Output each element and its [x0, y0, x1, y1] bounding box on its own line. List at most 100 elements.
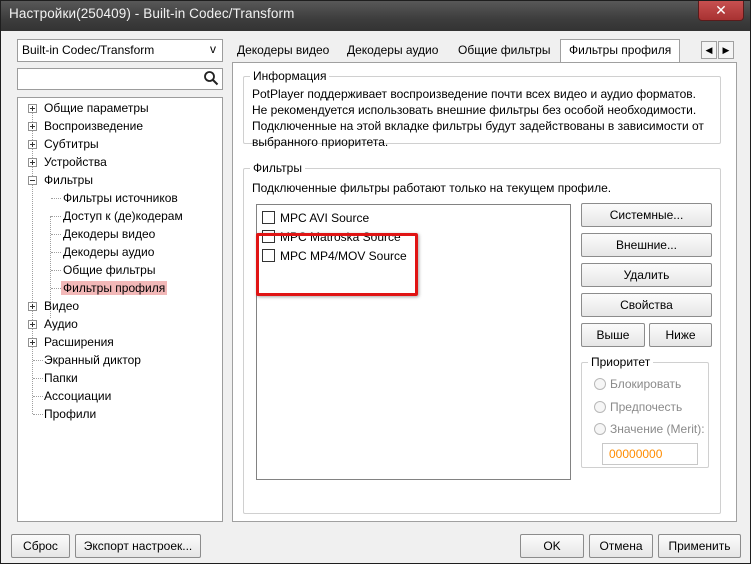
tree-guide [51, 234, 61, 235]
radio-label: Предпочесть [610, 400, 683, 414]
tree-item-audio[interactable]: Аудио [28, 315, 78, 333]
system-filters-button[interactable]: Системные... [581, 203, 712, 227]
tree-item-decoder-access[interactable]: Доступ к (де)кодерам [63, 207, 183, 225]
collapse-icon[interactable] [28, 176, 37, 185]
chevron-down-icon: v [210, 42, 216, 56]
info-line: Подключенные на этой вкладке фильтры буд… [252, 119, 704, 133]
priority-prefer-option[interactable]: Предпочесть [594, 398, 682, 416]
radio-button[interactable] [594, 401, 606, 413]
settings-window: Настройки(250409) - Built-in Codec/Trans… [0, 0, 751, 564]
tree-guide [51, 252, 61, 253]
tree-item-profile-filters[interactable]: Фильтры профиля [61, 279, 168, 297]
tree-guide [51, 270, 61, 271]
tab-bar: Декодеры видео Декодеры аудио Общие филь… [229, 39, 749, 63]
expand-icon[interactable] [28, 158, 37, 167]
tree-item-label: Расширения [44, 335, 114, 349]
tree-item-label: Устройства [44, 155, 107, 169]
info-text: PotPlayer поддерживает воспроизведение п… [252, 86, 722, 150]
highlight-annotation [256, 233, 418, 296]
title-bar[interactable]: Настройки(250409) - Built-in Codec/Trans… [1, 1, 750, 31]
tree-item-label: Фильтры [44, 173, 93, 187]
search-input[interactable] [20, 71, 200, 87]
tree-item-common-filters[interactable]: Общие фильтры [63, 261, 155, 279]
tree-item-label: Папки [44, 371, 78, 385]
tree-item-label: Субтитры [44, 137, 99, 151]
expand-icon[interactable] [28, 104, 37, 113]
tab-scroll-right-icon[interactable]: ▶ [718, 41, 734, 59]
tree-item-label: Декодеры видео [63, 227, 156, 241]
filter-item-label: MPC AVI Source [280, 211, 370, 225]
properties-button[interactable]: Свойства [581, 293, 712, 317]
tree-item-devices[interactable]: Устройства [28, 153, 107, 171]
filters-group: Фильтры Подключенные фильтры работают то… [243, 161, 721, 514]
codec-select[interactable]: Built-in Codec/Transform v [17, 39, 223, 62]
tab-scroll-left-icon[interactable]: ◀ [701, 41, 717, 59]
move-down-button[interactable]: Ниже [649, 323, 712, 347]
tree-item-filters[interactable]: Фильтры [28, 171, 93, 189]
tree-item-video[interactable]: Видео [28, 297, 80, 315]
reset-button[interactable]: Сброс [11, 534, 70, 558]
expand-icon[interactable] [28, 320, 37, 329]
priority-block-option[interactable]: Блокировать [594, 375, 681, 393]
filter-checkbox[interactable] [262, 211, 275, 224]
tree-item-source-filters[interactable]: Фильтры источников [63, 189, 178, 207]
close-icon: ✕ [715, 2, 727, 18]
expand-icon[interactable] [28, 302, 37, 311]
tree-item-video-decoders[interactable]: Декодеры видео [63, 225, 155, 243]
priority-merit-option[interactable]: Значение (Merit): [594, 420, 705, 438]
tree-item-subtitles[interactable]: Субтитры [28, 135, 99, 153]
merit-value-field[interactable]: 00000000 [602, 443, 698, 465]
tab-profile-filters[interactable]: Фильтры профиля [560, 39, 681, 63]
close-button[interactable]: ✕ [698, 1, 744, 21]
delete-button[interactable]: Удалить [581, 263, 712, 287]
settings-tree: Общие параметры Воспроизведение Субтитры… [17, 97, 223, 522]
cancel-button[interactable]: Отмена [589, 534, 653, 558]
tree-item-label: Общие фильтры [63, 263, 156, 277]
radio-button[interactable] [594, 378, 606, 390]
tree-item-playback[interactable]: Воспроизведение [28, 117, 144, 135]
tree-item-label: Аудио [44, 317, 78, 331]
filter-item[interactable]: MPC AVI Source [262, 209, 369, 227]
tab-audio-decoders[interactable]: Декодеры аудио [339, 40, 446, 62]
filters-note: Подключенные фильтры работают только на … [252, 181, 612, 195]
tree-guide [33, 414, 43, 415]
tree-item-associations[interactable]: Ассоциации [44, 387, 111, 405]
dialog-footer: Сброс Экспорт настроек... OK Отмена Прим… [2, 531, 749, 563]
tab-common-filters[interactable]: Общие фильтры [450, 40, 558, 62]
tree-item-label: Доступ к (де)кодерам [63, 209, 183, 223]
tree-item-label: Воспроизведение [44, 119, 144, 133]
tree-item-label: Фильтры источников [63, 191, 178, 205]
radio-button[interactable] [594, 423, 606, 435]
radio-label: Блокировать [610, 377, 682, 391]
tree-guide [32, 108, 33, 414]
external-filters-button[interactable]: Внешние... [581, 233, 712, 257]
tree-item-extensions[interactable]: Расширения [28, 333, 114, 351]
tree-item-label: Фильтры профиля [61, 281, 168, 295]
info-group-title: Информация [250, 69, 330, 83]
ok-button[interactable]: OK [520, 534, 584, 558]
tree-item-folders[interactable]: Папки [44, 369, 78, 387]
export-settings-button[interactable]: Экспорт настроек... [75, 534, 201, 558]
tree-item-profiles[interactable]: Профили [44, 405, 96, 423]
move-up-button[interactable]: Выше [581, 323, 645, 347]
tree-guide [33, 396, 43, 397]
expand-icon[interactable] [28, 122, 37, 131]
priority-group-title: Приоритет [588, 355, 654, 369]
filters-group-title: Фильтры [250, 161, 305, 175]
search-box [17, 68, 223, 90]
tree-item-label: Общие параметры [44, 101, 149, 115]
window-title: Настройки(250409) - Built-in Codec/Trans… [9, 6, 295, 21]
client-area: Built-in Codec/Transform v Общие парамет… [2, 31, 749, 563]
tree-guide [51, 198, 61, 199]
expand-icon[interactable] [28, 140, 37, 149]
tree-guide [51, 288, 61, 289]
expand-icon[interactable] [28, 338, 37, 347]
tree-item-label: Видео [44, 299, 80, 313]
tree-item-narrator[interactable]: Экранный диктор [44, 351, 141, 369]
tab-video-decoders[interactable]: Декодеры видео [229, 40, 337, 62]
tree-item-general[interactable]: Общие параметры [28, 99, 149, 117]
codec-select-value: Built-in Codec/Transform [22, 43, 155, 57]
search-icon[interactable] [203, 70, 219, 86]
apply-button[interactable]: Применить [658, 534, 741, 558]
tree-item-audio-decoders[interactable]: Декодеры аудио [63, 243, 154, 261]
